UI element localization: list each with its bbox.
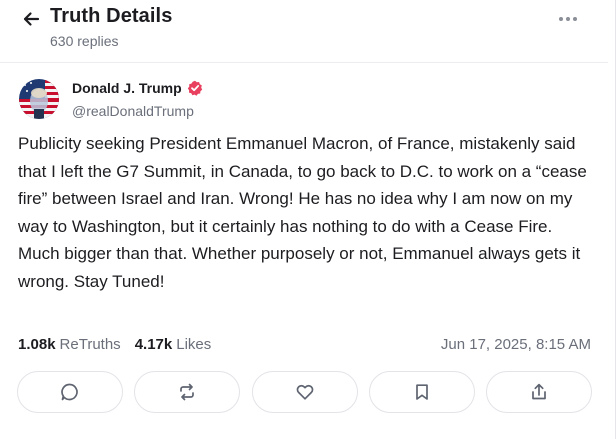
retruths-label[interactable]: ReTruths xyxy=(60,336,121,353)
author-name[interactable]: Donald J. Trump xyxy=(72,80,203,96)
action-bar xyxy=(17,371,592,415)
bookmark-button[interactable] xyxy=(368,371,475,413)
like-button[interactable] xyxy=(251,371,358,413)
retruths-count[interactable]: 1.08k xyxy=(18,336,56,353)
author-handle[interactable]: @realDonaldTrump xyxy=(72,103,194,119)
reply-icon xyxy=(60,382,80,402)
reply-button[interactable] xyxy=(17,371,123,413)
retruth-button[interactable] xyxy=(134,371,241,413)
retruth-icon xyxy=(177,382,197,402)
more-options-button[interactable] xyxy=(556,10,580,28)
author-name-text: Donald J. Trump xyxy=(72,80,182,96)
post-text: Publicity seeking President Emmanuel Mac… xyxy=(18,134,587,291)
verified-badge-icon xyxy=(187,80,203,96)
page-title: Truth Details xyxy=(50,5,173,27)
bookmark-icon xyxy=(412,382,432,402)
header-divider xyxy=(0,62,608,63)
post-stats: 1.08k ReTruths 4.17k Likes xyxy=(18,336,211,353)
likes-count[interactable]: 4.17k xyxy=(135,336,173,353)
truth-details-page: Truth Details 630 replies Donald J. Trum… xyxy=(0,0,616,439)
more-horizontal-icon xyxy=(558,16,578,22)
share-button[interactable] xyxy=(486,371,592,413)
reply-count: 630 replies xyxy=(50,33,119,49)
page-header: Truth Details 630 replies xyxy=(0,0,608,62)
back-button[interactable] xyxy=(18,6,44,32)
share-icon xyxy=(529,382,549,402)
post-timestamp: Jun 17, 2025, 8:15 AM xyxy=(440,336,591,353)
avatar[interactable] xyxy=(19,79,59,119)
heart-icon xyxy=(295,382,315,402)
likes-label[interactable]: Likes xyxy=(176,336,211,353)
arrow-left-icon xyxy=(21,9,41,29)
